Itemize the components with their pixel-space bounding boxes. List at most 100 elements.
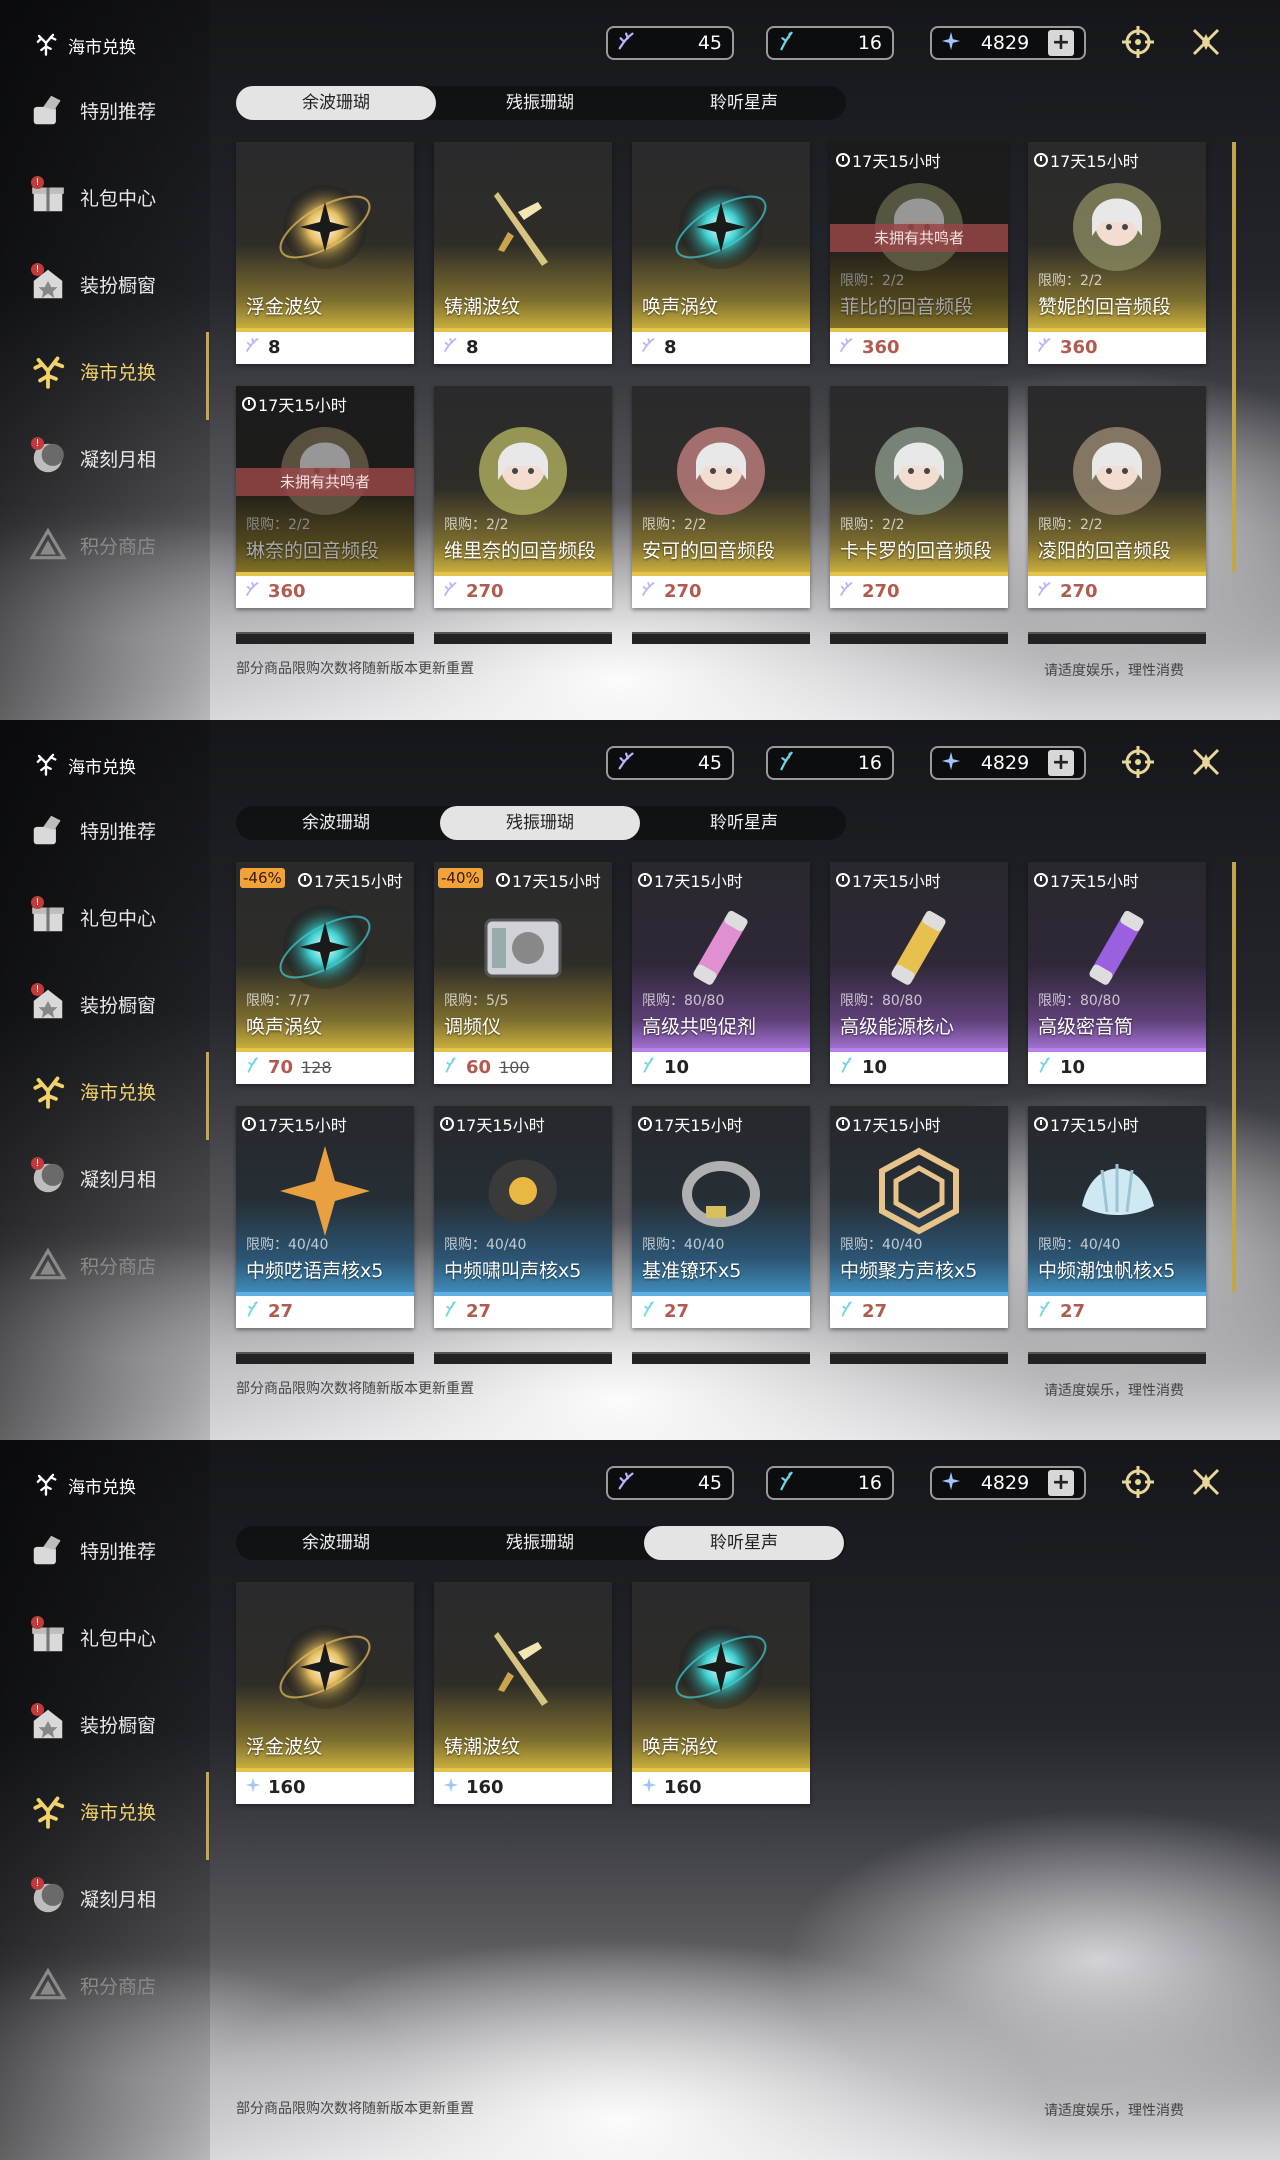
- sidebar-item[interactable]: ! 装扮橱窗: [28, 254, 208, 314]
- clock-icon: [496, 873, 510, 887]
- item-art: [864, 892, 974, 1002]
- gift-icon: !: [28, 176, 68, 217]
- coral-icon: [32, 1469, 60, 1502]
- rarity-bar: [236, 1048, 414, 1052]
- item-name: 高级能源核心: [840, 1016, 955, 1038]
- shop-item-card[interactable]: 浮金波纹 8: [236, 142, 414, 364]
- clock-icon: [836, 873, 850, 887]
- tab-2[interactable]: 聆听星声: [644, 1526, 844, 1560]
- item-art: [468, 1136, 578, 1246]
- purchase-limit: 限购：7/7: [246, 993, 311, 1009]
- scrollbar[interactable]: [1232, 142, 1236, 572]
- price-value: 270: [466, 580, 504, 602]
- item-name: 调频仪: [444, 1016, 502, 1038]
- sidebar-item[interactable]: 海市兑换: [28, 1781, 208, 1841]
- close-icon[interactable]: [1186, 1462, 1226, 1502]
- sidebar-item[interactable]: ! 凝刻月相: [28, 1868, 208, 1928]
- timer-text: 17天15小时: [852, 1116, 941, 1135]
- purchase-limit: 限购：2/2: [642, 517, 707, 533]
- add-currency-button[interactable]: +: [1047, 750, 1074, 776]
- sidebar-item[interactable]: ! 凝刻月相: [28, 428, 208, 488]
- shop-item-card[interactable]: 浮金波纹 160: [236, 1582, 414, 1804]
- rarity-bar: [236, 1292, 414, 1296]
- shop-item-card[interactable]: 17天15小时 限购：80/80 高级能源核心 10: [830, 862, 1008, 1084]
- shop-item-card[interactable]: 唤声涡纹 8: [632, 142, 810, 364]
- sidebar-item[interactable]: 特别推荐: [28, 800, 208, 860]
- shop-item-card[interactable]: 限购：2/2 安可的回音频段 270: [632, 386, 810, 608]
- shop-item-card[interactable]: 限购：2/2 维里奈的回音频段 270: [434, 386, 612, 608]
- sidebar-item[interactable]: 特别推荐: [28, 1520, 208, 1580]
- shop-item-card[interactable]: -40% 17天15小时 限购：5/5 调频仪 60 100: [434, 862, 612, 1084]
- tab-1[interactable]: 残振珊瑚: [440, 86, 640, 120]
- sidebar-item-label: 礼包中心: [80, 187, 157, 210]
- shop-item-card[interactable]: 限购：2/2 卡卡罗的回音频段 270: [830, 386, 1008, 608]
- sidebar-item-label: 海市兑换: [80, 361, 157, 384]
- next-row-card: [1028, 1352, 1206, 1364]
- price-value: 8: [268, 336, 281, 358]
- add-currency-button[interactable]: +: [1047, 1470, 1074, 1496]
- shop-item-card[interactable]: 限购：2/2 凌阳的回音频段 270: [1028, 386, 1206, 608]
- rarity-bar: [632, 1768, 810, 1772]
- sidebar-item[interactable]: ! 礼包中心: [28, 887, 208, 947]
- tab-2[interactable]: 聆听星声: [644, 806, 844, 840]
- scrollbar[interactable]: [1232, 862, 1236, 1292]
- shop-item-card[interactable]: 17天15小时 限购：80/80 高级共鸣促剂 10: [632, 862, 810, 1084]
- close-icon[interactable]: [1186, 742, 1226, 782]
- shop-item-card[interactable]: 17天15小时 限购：40/40 中频潮蚀帆核x5 27: [1028, 1106, 1206, 1328]
- tab-0[interactable]: 余波珊瑚: [236, 86, 436, 120]
- shop-item-card[interactable]: 17天15小时 限购：40/40 中频聚方声核x5 27: [830, 1106, 1008, 1328]
- sidebar-item[interactable]: 积分商店: [28, 1235, 208, 1295]
- sidebar-item[interactable]: 积分商店: [28, 515, 208, 575]
- shop-item-card[interactable]: 17天15小时 限购：40/40 基准镣环x5 27: [632, 1106, 810, 1328]
- target-icon[interactable]: [1118, 22, 1158, 62]
- item-name: 唤声涡纹: [642, 296, 719, 318]
- shop-item-card[interactable]: 铸潮波纹 8: [434, 142, 612, 364]
- sidebar-item[interactable]: ! 装扮橱窗: [28, 1694, 208, 1754]
- sidebar-item[interactable]: 积分商店: [28, 1955, 208, 2015]
- shop-item-card[interactable]: 17天15小时 限购：80/80 高级密音筒 10: [1028, 862, 1206, 1084]
- tab-1[interactable]: 残振珊瑚: [440, 1526, 640, 1560]
- tab-2[interactable]: 聆听星声: [644, 86, 844, 120]
- sidebar-item[interactable]: ! 礼包中心: [28, 1607, 208, 1667]
- clock-icon: [1034, 153, 1048, 167]
- sidebar-item[interactable]: 特别推荐: [28, 80, 208, 140]
- currency-icon: [442, 1776, 460, 1799]
- shop-item-card[interactable]: 唤声涡纹 160: [632, 1582, 810, 1804]
- currency-display: 45: [606, 1466, 734, 1500]
- discount-badge: -40%: [438, 868, 483, 888]
- rarity-bar: [434, 1768, 612, 1772]
- shop-item-card[interactable]: 17天15小时 限购：40/40 中频呓语声核x5 27: [236, 1106, 414, 1328]
- wardrobe-icon: !: [28, 983, 68, 1024]
- shop-item-card[interactable]: 17天15小时 限购：40/40 中频啸叫声核x5 27: [434, 1106, 612, 1328]
- points-icon: [28, 525, 68, 565]
- price-value: 270: [862, 580, 900, 602]
- sidebar-item[interactable]: 海市兑换: [28, 341, 208, 401]
- tab-0[interactable]: 余波珊瑚: [236, 1526, 436, 1560]
- item-art: [270, 1136, 380, 1246]
- sidebar-item[interactable]: ! 凝刻月相: [28, 1148, 208, 1208]
- target-icon[interactable]: [1118, 1462, 1158, 1502]
- tab-1[interactable]: 残振珊瑚: [440, 806, 640, 840]
- target-icon[interactable]: [1118, 742, 1158, 782]
- sidebar-item[interactable]: ! 装扮橱窗: [28, 974, 208, 1034]
- rarity-bar: [236, 572, 414, 576]
- item-art: [1062, 416, 1172, 526]
- tab-0[interactable]: 余波珊瑚: [236, 806, 436, 840]
- shop-item-card[interactable]: 铸潮波纹 160: [434, 1582, 612, 1804]
- points-icon: [28, 1245, 68, 1285]
- add-currency-button[interactable]: +: [1047, 30, 1074, 56]
- currency-amount: 4829: [980, 32, 1030, 54]
- close-icon[interactable]: [1186, 22, 1226, 62]
- next-row-card: [434, 1352, 612, 1364]
- item-name: 唤声涡纹: [642, 1736, 719, 1758]
- shop-item-card[interactable]: -46% 17天15小时 限购：7/7 唤声涡纹 70 128: [236, 862, 414, 1084]
- shop-item-card[interactable]: 17天15小时 限购：2/2 赞妮的回音频段 360: [1028, 142, 1206, 364]
- notification-badge: !: [31, 1157, 44, 1170]
- currency-icon: [442, 336, 460, 359]
- shop-item-card[interactable]: 17天15小时 未拥有共鸣者 限购：2/2 菲比的回音频段 360: [830, 142, 1008, 364]
- shop-item-card[interactable]: 17天15小时 未拥有共鸣者 限购：2/2 琳奈的回音频段 360: [236, 386, 414, 608]
- sidebar-item[interactable]: 海市兑换: [28, 1061, 208, 1121]
- item-art: [864, 1136, 974, 1246]
- sidebar-item[interactable]: ! 礼包中心: [28, 167, 208, 227]
- clock-icon: [638, 1117, 652, 1131]
